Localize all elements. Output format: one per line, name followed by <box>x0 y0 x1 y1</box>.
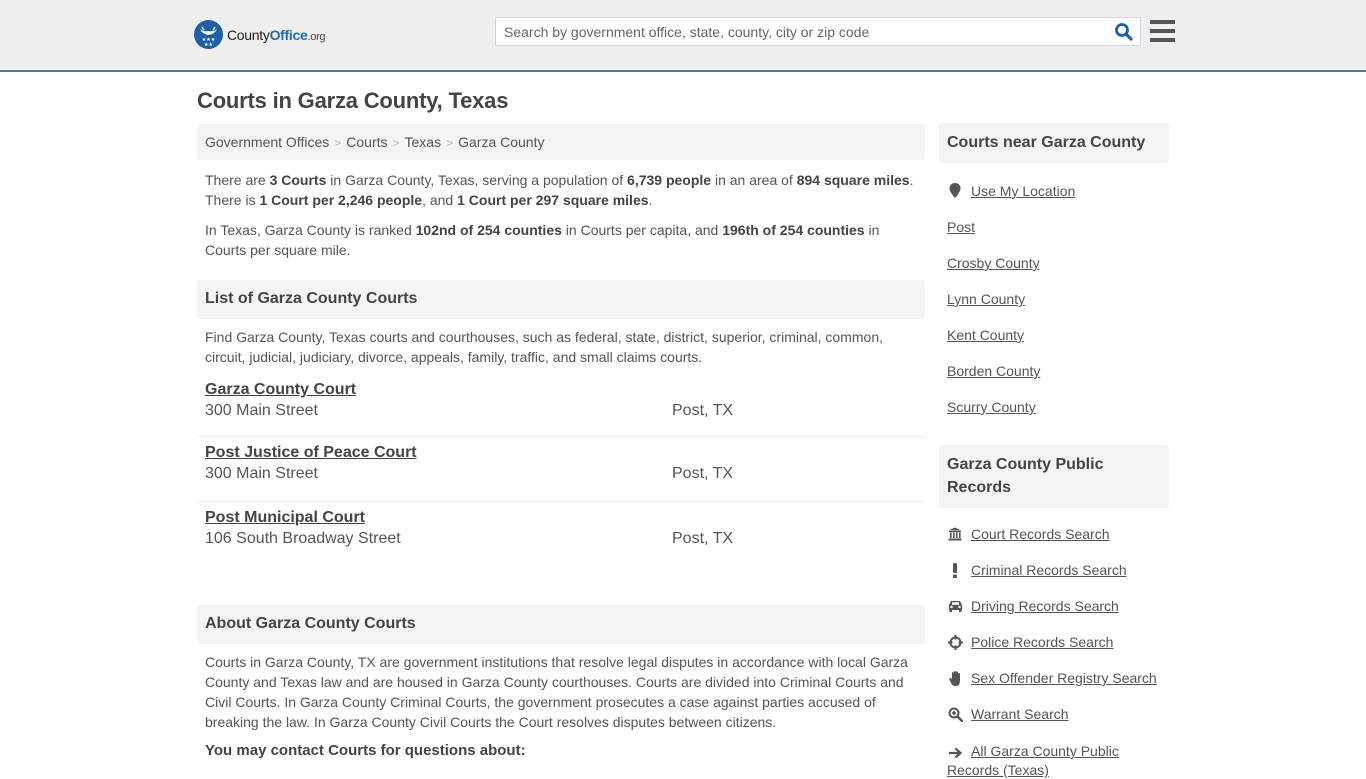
nearby-court-item: Scurry County <box>947 389 1161 425</box>
records-item: Sex Offender Registry Search <box>947 660 1161 696</box>
search-button[interactable] <box>1114 22 1134 42</box>
court-address: 106 South Broadway Street Post, TX <box>205 530 734 547</box>
sidebar: Courts near Garza County Use My Location… <box>939 123 1169 779</box>
eagle-logo-icon: ★★★ ★★ <box>194 20 223 49</box>
contact-heading: You may contact Courts for questions abo… <box>205 742 526 759</box>
nearby-court-item: Lynn County <box>947 281 1161 317</box>
warrant-search-link[interactable]: Warrant Search <box>971 706 1069 722</box>
records-item: Court Records Search <box>947 516 1161 552</box>
records-item: Driving Records Search <box>947 588 1161 624</box>
about-heading: About Garza County Courts <box>197 605 925 644</box>
zoom-in-icon <box>947 706 963 722</box>
nearby-court-item: Kent County <box>947 317 1161 353</box>
nearby-link-scurry-county[interactable]: Scurry County <box>947 399 1036 415</box>
breadcrumb-courts[interactable]: Courts <box>346 134 387 150</box>
court-item: Garza County Court 300 Main Street Post, … <box>197 379 925 437</box>
records-item: Police Records Search <box>947 624 1161 660</box>
about-text: Courts in Garza County, TX are governmen… <box>205 654 908 730</box>
breadcrumb-garza-county: Garza County <box>458 134 545 150</box>
exclamation-icon <box>947 562 963 578</box>
records-item: Criminal Records Search <box>947 552 1161 588</box>
court-address: 300 Main Street Post, TX <box>205 402 734 419</box>
court-item: Post Municipal Court 106 South Broadway … <box>197 502 925 567</box>
records-item: Warrant Search <box>947 696 1161 732</box>
public-records-heading: Garza County Public Records <box>939 445 1169 508</box>
public-records-list: Court Records Search Criminal Records Se… <box>939 516 1169 779</box>
court-city: Post, TX <box>672 465 734 482</box>
nearby-court-item: Borden County <box>947 353 1161 389</box>
nearby-link-borden-county[interactable]: Borden County <box>947 363 1040 379</box>
nearby-court-item: Post <box>947 209 1161 245</box>
page-title: Courts in Garza County, Texas <box>197 88 509 113</box>
list-description: Find Garza County, Texas courts and cour… <box>205 329 884 365</box>
logo-text: CountyOffice.org <box>227 26 326 43</box>
court-name-link[interactable]: Garza County Court <box>205 381 356 399</box>
nearby-courts-heading: Courts near Garza County <box>939 123 1169 163</box>
svg-text:★★: ★★ <box>204 42 213 48</box>
car-icon <box>947 598 963 614</box>
search-icon <box>1115 23 1133 41</box>
intro-stats: There are 3 Courts in Garza County, Texa… <box>205 172 914 208</box>
map-marker-icon <box>947 183 963 199</box>
hamburger-menu-button[interactable] <box>1150 20 1175 42</box>
main-content: Government Offices > Courts > Texas > Garza Co… <box>197 124 925 759</box>
court-records-link[interactable]: Court Records Search <box>971 526 1110 542</box>
nearby-courts-list: Use My Location Post Crosby County Lynn … <box>939 173 1169 425</box>
search-bar <box>495 17 1141 46</box>
police-records-link[interactable]: Police Records Search <box>971 634 1113 650</box>
sex-offender-registry-link[interactable]: Sex Offender Registry Search <box>971 670 1157 686</box>
menu-bar-icon <box>1150 38 1175 42</box>
site-logo[interactable]: ★★★ ★★ CountyOffice.org <box>194 20 326 49</box>
court-city: Post, TX <box>672 530 734 547</box>
breadcrumb-separator: > <box>392 136 400 150</box>
intro-ranking: In Texas, Garza County is ranked 102nd o… <box>205 222 880 258</box>
use-my-location-item: Use My Location <box>947 173 1161 209</box>
court-list: Garza County Court 300 Main Street Post, … <box>197 379 925 567</box>
nearby-link-crosby-county[interactable]: Crosby County <box>947 255 1040 271</box>
breadcrumb-separator: > <box>334 136 342 150</box>
court-address: 300 Main Street Post, TX <box>205 465 734 482</box>
arrow-right-icon <box>947 745 963 761</box>
breadcrumb-government-offices[interactable]: Government Offices <box>205 134 329 150</box>
driving-records-link[interactable]: Driving Records Search <box>971 598 1119 614</box>
hand-icon <box>947 670 963 686</box>
breadcrumb-separator: > <box>446 136 454 150</box>
court-city: Post, TX <box>672 402 734 419</box>
search-input[interactable] <box>496 18 1096 45</box>
nearby-link-lynn-county[interactable]: Lynn County <box>947 291 1025 307</box>
nearby-court-item: Crosby County <box>947 245 1161 281</box>
court-name-link[interactable]: Post Justice of Peace Court <box>205 444 417 462</box>
records-item: All Garza County Public Records (Texas) <box>947 732 1161 779</box>
site-header: ★★★ ★★ CountyOffice.org <box>0 0 1366 72</box>
nearby-link-post[interactable]: Post <box>947 219 975 235</box>
menu-bar-icon <box>1150 29 1175 33</box>
criminal-records-link[interactable]: Criminal Records Search <box>971 562 1127 578</box>
use-my-location-link[interactable]: Use My Location <box>971 183 1075 199</box>
bank-icon <box>947 526 963 542</box>
list-heading: List of Garza County Courts <box>197 280 925 319</box>
court-item: Post Justice of Peace Court 300 Main Str… <box>197 437 925 502</box>
all-public-records-link[interactable]: All Garza County Public Records (Texas) <box>947 743 1119 778</box>
nearby-link-kent-county[interactable]: Kent County <box>947 327 1024 343</box>
court-name-link[interactable]: Post Municipal Court <box>205 509 365 527</box>
crosshairs-icon <box>947 634 963 650</box>
menu-bar-icon <box>1150 20 1175 24</box>
breadcrumb: Government Offices > Courts > Texas > Garza Co… <box>197 124 925 160</box>
breadcrumb-texas[interactable]: Texas <box>405 134 442 150</box>
